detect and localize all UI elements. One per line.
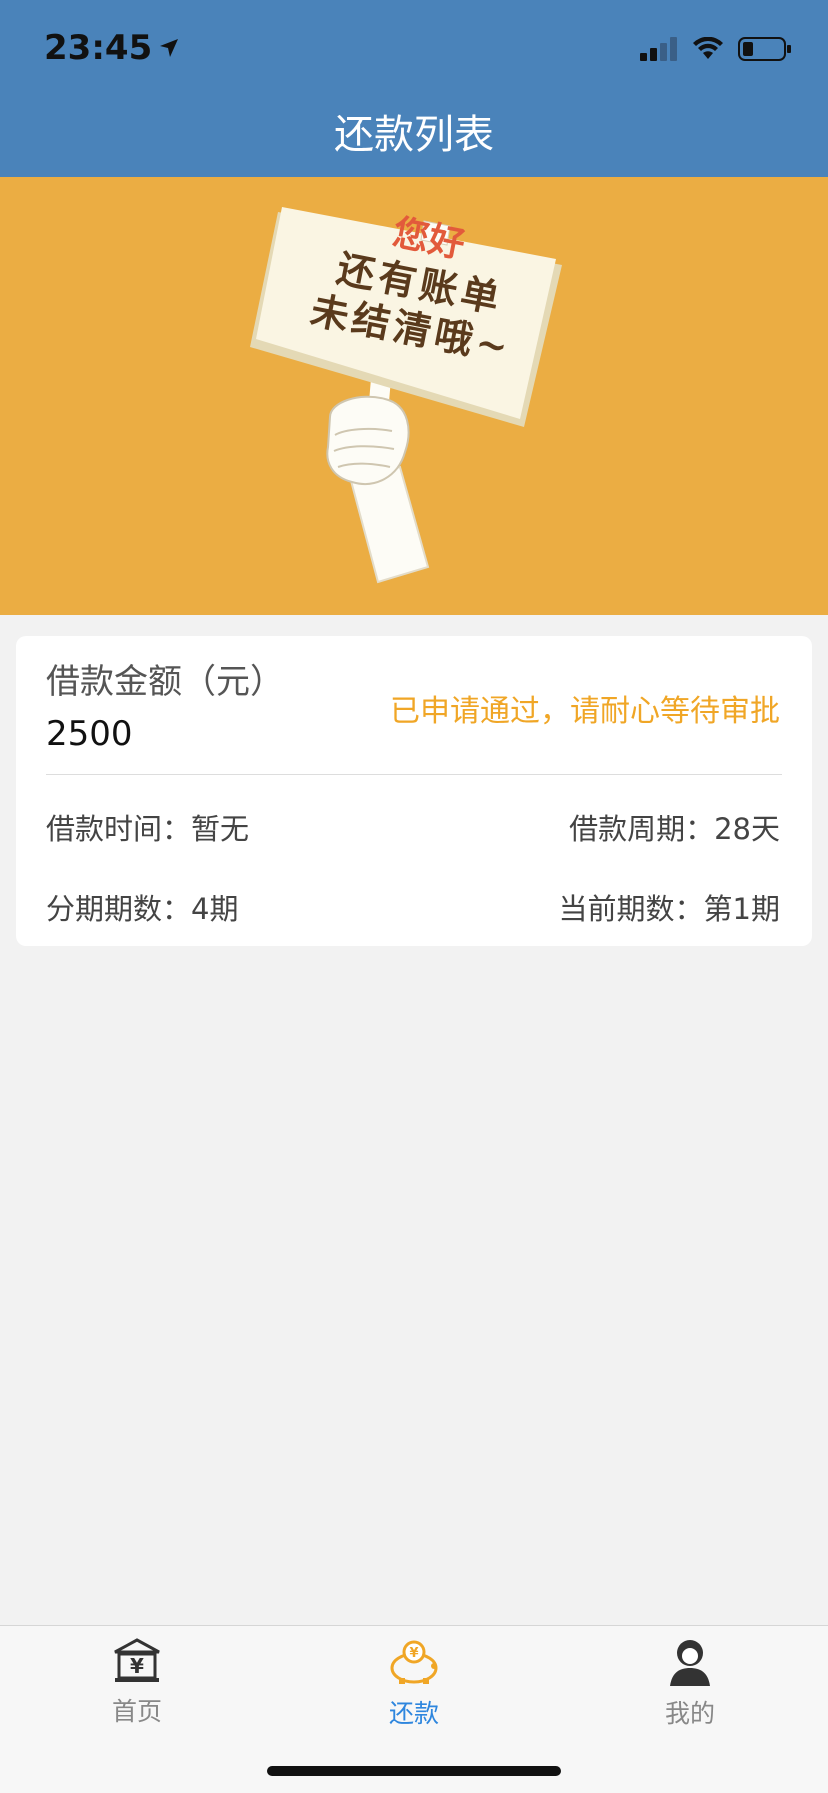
tab-repayment[interactable]: ¥ 还款 [344,1638,484,1730]
bank-icon: ¥ [114,1638,160,1682]
loan-period-value: 28天 [714,812,780,846]
loan-card[interactable]: 借款金额（元） 2500 已申请通过，请耐心等待审批 借款时间：暂无 借款周期：… [16,636,812,946]
header: 23:45 还款列表 [0,0,828,177]
tab-home[interactable]: ¥ 首页 [67,1638,207,1728]
loan-time-value: 暂无 [191,812,250,846]
loan-time-label: 借款时间： [46,812,192,846]
svg-text:¥: ¥ [409,1646,418,1661]
tab-profile-label: 我的 [664,1699,715,1728]
loan-period-row: 借款周期：28天 [569,806,780,848]
banner: 您好 还有账单 未结清哦~ [0,177,828,615]
current-period-row: 当前期数：第1期 [559,886,780,928]
signal-icon [640,37,677,61]
loan-amount-label: 借款金额（元） [46,662,284,702]
loan-period-label: 借款周期： [569,812,715,846]
installments-value: 4期 [191,892,239,926]
svg-text:¥: ¥ [130,1654,144,1678]
tab-profile[interactable]: 我的 [620,1638,760,1730]
loan-time-row: 借款时间：暂无 [46,806,249,848]
status-bar-time: 23:45 [44,28,180,68]
status-bar-indicators [640,36,792,62]
battery-icon [738,37,791,61]
loan-amount-value: 2500 [46,714,133,754]
current-period-value: 第1期 [703,892,780,926]
piggy-bank-icon: ¥ [390,1640,438,1684]
application-status-message: 已申请通过，请耐心等待审批 [390,694,780,729]
installments-label: 分期期数： [46,892,192,926]
page-title: 还款列表 [334,112,494,158]
tab-home-label: 首页 [111,1697,162,1726]
tab-repayment-label: 还款 [388,1699,439,1728]
user-icon [670,1640,710,1686]
wifi-icon [693,37,723,59]
card-divider [46,774,782,775]
installments-row: 分期期数：4期 [46,886,238,928]
time-text: 23:45 [44,28,153,68]
location-arrow-icon [160,39,179,57]
home-indicator[interactable] [267,1766,561,1776]
current-period-label: 当前期数： [558,892,704,926]
